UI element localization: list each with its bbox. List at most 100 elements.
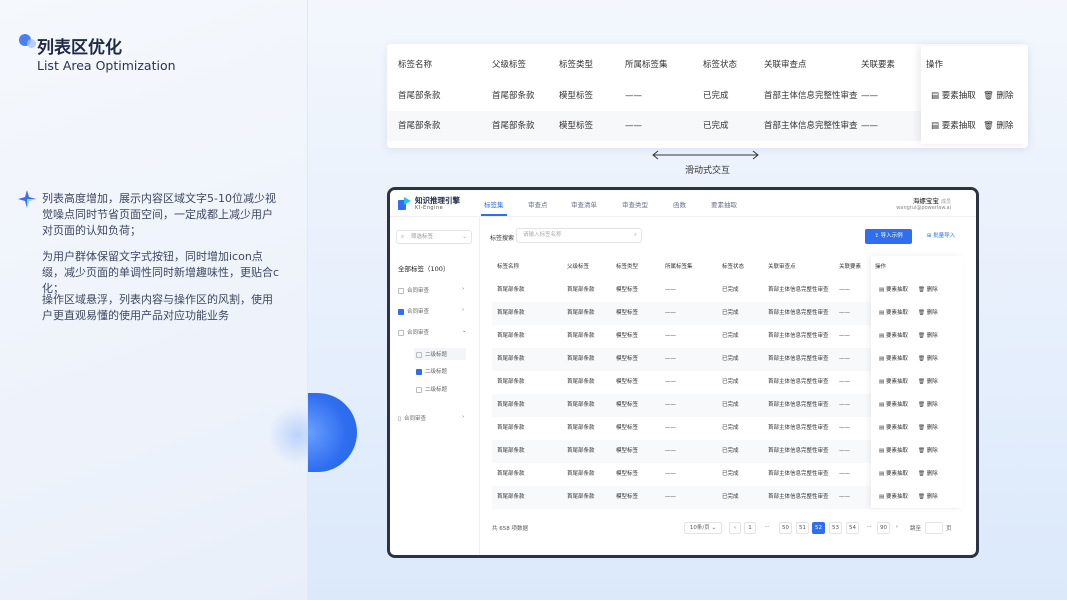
extract-button[interactable]: ▤ 要素抽取 [879, 417, 908, 440]
page-ellipsis[interactable]: ··· [761, 522, 773, 534]
table-cell: 首尾部条款 [497, 379, 525, 385]
sidebar-subitem[interactable]: 二级标题 [414, 348, 466, 360]
delete-button[interactable]: 🗑 删除 [918, 440, 938, 463]
sidebar-search-input[interactable]: ⌕ 筛选标签 ⌄ [396, 230, 472, 244]
page-number[interactable]: 54 [846, 522, 859, 534]
delete-label: 删除 [926, 448, 938, 454]
page-number[interactable]: 51 [796, 522, 809, 534]
extract-button[interactable]: ▤ 要素抽取 [931, 81, 976, 111]
chevron-down-icon: ⌄ [462, 328, 467, 334]
table-cell: —— [839, 287, 850, 293]
page-number[interactable]: 90 [877, 522, 890, 534]
table-cell: 模型标签 [616, 402, 639, 408]
delete-button[interactable]: 🗑 删除 [918, 371, 938, 394]
user-name[interactable]: 海螺宝宝 成员 [913, 195, 951, 205]
table-cell: 首部主体信息完整性审查 [768, 494, 829, 500]
file-icon: ▤ [879, 310, 885, 316]
table-cell: 模型标签 [616, 287, 639, 293]
table-cell: 已完成 [703, 91, 729, 101]
all-tags-label[interactable]: 全部标签（100） [398, 263, 449, 273]
tab-tag-set[interactable]: 标签集 [484, 199, 504, 209]
sidebar: ⌕ 筛选标签 ⌄ 全部标签（100） 合同审查 › 合同审查 › 合同审查 ⌄ 二级标… [390, 217, 480, 555]
table-cell: —— [839, 333, 850, 339]
tab-element-extract[interactable]: 要素抽取 [711, 199, 737, 209]
page-size-select[interactable]: 10条/页 ⌄ [684, 522, 722, 534]
next-page-button[interactable]: › [891, 522, 903, 534]
delete-button[interactable]: 🗑 删除 [918, 486, 938, 509]
top-nav: 知识推理引擎 KI-Engine 标签集 审查点 审查清单 审查类型 函数 要素… [390, 190, 976, 217]
main-content: 标签搜索 请输入标签名称 ⌕ ⇪ 导入示例 ⊞ 批量导入 标签名称 父级标签 标… [485, 217, 975, 555]
floating-ops-column: 操作 ▤ 要素抽取 🗑 删除 ▤ 要素抽取 🗑 删除 [921, 46, 1028, 144]
extract-button[interactable]: ▤ 要素抽取 [879, 486, 908, 509]
header-cell: 标签名称 [398, 60, 433, 70]
header-cell: 父级标签 [567, 264, 590, 270]
sidebar-item-contract[interactable]: 合同审查 › [398, 286, 464, 294]
delete-button[interactable]: 🗑 删除 [918, 302, 938, 325]
page-number[interactable]: 50 [779, 522, 792, 534]
delete-button[interactable]: 🗑 删除 [918, 417, 938, 440]
extract-button[interactable]: ▤ 要素抽取 [879, 348, 908, 371]
page-number[interactable]: 52 [812, 522, 825, 534]
sidebar-item-contract[interactable]: ▯ 合同审查 › [398, 414, 464, 422]
delete-button[interactable]: 🗑 删除 [918, 463, 938, 486]
file-icon: ▤ [879, 287, 885, 293]
page-number[interactable]: 53 [829, 522, 842, 534]
table-cell: 首尾部条款 [497, 287, 525, 293]
search-icon: ⌕ [401, 234, 405, 240]
sidebar-subitem[interactable]: 二级标题 [416, 385, 447, 393]
checkbox[interactable] [416, 386, 422, 393]
extract-button[interactable]: ▤ 要素抽取 [879, 463, 908, 486]
delete-button[interactable]: 🗑 删除 [983, 81, 1014, 111]
sidebar-item-contract[interactable]: 合同审查 ⌄ [398, 328, 467, 336]
header-cell: 标签名称 [497, 264, 520, 270]
extract-button[interactable]: ▤ 要素抽取 [879, 440, 908, 463]
extract-button[interactable]: ▤ 要素抽取 [931, 111, 976, 141]
delete-button[interactable]: 🗑 删除 [918, 325, 938, 348]
header-cell: 标签类型 [559, 60, 594, 70]
table-cell: 已完成 [722, 402, 739, 408]
checkbox[interactable] [398, 329, 404, 336]
file-icon: ▤ [879, 425, 885, 431]
user-email: wangrui@powerlaw.ai [896, 205, 951, 211]
delete-button[interactable]: 🗑 删除 [983, 111, 1014, 141]
delete-button[interactable]: 🗑 删除 [918, 279, 938, 302]
extract-button[interactable]: ▤ 要素抽取 [879, 279, 908, 302]
tab-review-list[interactable]: 审查清单 [571, 199, 597, 209]
sidebar-item-contract[interactable]: 合同审查 › [398, 307, 464, 315]
checkbox[interactable] [416, 368, 422, 375]
checkbox[interactable] [416, 351, 422, 358]
batch-import-button[interactable]: ⊞ 批量导入 [921, 229, 961, 244]
page-ellipsis[interactable]: ··· [863, 522, 875, 534]
extract-button[interactable]: ▤ 要素抽取 [879, 325, 908, 348]
table-cell: 已完成 [722, 379, 739, 385]
prev-page-button[interactable]: ‹ [729, 522, 741, 534]
tab-function[interactable]: 函数 [673, 199, 686, 209]
jump-input[interactable] [925, 522, 943, 534]
table-cell: 首尾部条款 [567, 287, 595, 293]
paragraph-2: 为用户群体保留文字式按钮，同时增加icon点缀，减少页面的单调性同时新增趣味性，… [42, 250, 280, 295]
extract-button[interactable]: ▤ 要素抽取 [879, 394, 908, 417]
delete-button[interactable]: 🗑 删除 [918, 394, 938, 417]
table-cell: 首尾部条款 [497, 494, 525, 500]
checkbox[interactable] [398, 308, 404, 315]
sidebar-subitem[interactable]: 二级标题 [416, 367, 447, 375]
table-cell: 已完成 [722, 333, 739, 339]
page-number[interactable]: 1 [744, 522, 756, 534]
table-cell: 首部主体信息完整性审查 [768, 379, 829, 385]
table-cell: 首尾部条款 [567, 494, 595, 500]
extract-button[interactable]: ▤ 要素抽取 [879, 371, 908, 394]
table-cell: —— [839, 471, 850, 477]
tab-review-point[interactable]: 审查点 [528, 199, 548, 209]
delete-button[interactable]: 🗑 删除 [918, 348, 938, 371]
checkbox[interactable] [398, 287, 404, 294]
tab-review-type[interactable]: 审查类型 [622, 199, 648, 209]
tag-search-input[interactable]: 请输入标签名称 ⌕ [516, 228, 642, 243]
delete-label: 删除 [996, 121, 1014, 131]
active-tab-indicator [481, 214, 507, 216]
table-cell: 首尾部条款 [497, 356, 525, 362]
file-icon: ▤ [879, 471, 885, 477]
table-cell: 模型标签 [616, 425, 639, 431]
extract-button[interactable]: ▤ 要素抽取 [879, 302, 908, 325]
delete-label: 删除 [926, 356, 938, 362]
import-example-button[interactable]: ⇪ 导入示例 [865, 229, 912, 244]
